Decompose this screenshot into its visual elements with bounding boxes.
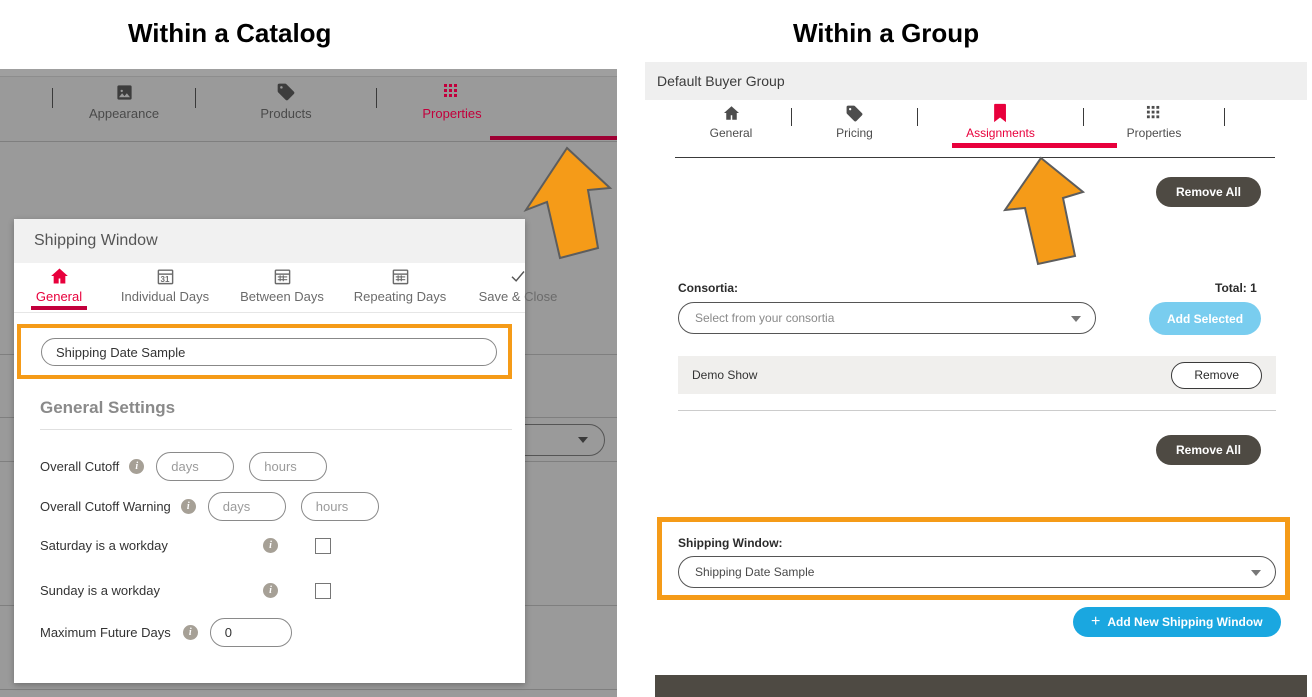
tab-properties[interactable]: Properties [377,78,527,121]
modal-tab-label: Save & Close [472,289,564,304]
checkmark-icon [472,266,564,286]
screenshot-root: Within a Catalog Within a Group Appearan… [0,0,1312,697]
group-tabbar: General Pricing Assignments [645,100,1307,148]
modal-tabbar: General 31 Individual Days [14,263,525,313]
modal-tab-individual-days[interactable]: 31 Individual Days [116,263,214,304]
tab-products[interactable]: Products [196,78,376,121]
page-title-left: Within a Catalog [128,18,331,49]
modal-tab-repeating-days[interactable]: Repeating Days [350,263,450,304]
tab-label: Assignments [918,126,1083,140]
home-icon [671,103,791,123]
tab-divider [1224,108,1225,126]
tab-label: Pricing [792,126,917,140]
consortia-row-label: Demo Show [692,368,757,382]
tab-assignments[interactable]: Assignments [918,100,1083,140]
tab-label: Properties [1084,126,1224,140]
tab-properties[interactable]: Properties [1084,100,1224,140]
field-maximum-future-days: Maximum Future Days i [40,618,292,647]
info-icon[interactable]: i [181,499,196,514]
shipping-window-modal: Shipping Window General 31 [14,219,525,683]
cutoff-warning-days-input[interactable] [208,492,286,521]
modal-title: Shipping Window [34,232,158,250]
info-icon[interactable]: i [263,583,278,598]
calendar-icon [236,266,328,286]
grid-dots-icon [1084,103,1224,123]
modal-tab-between-days[interactable]: Between Days [236,263,328,304]
catalog-topbar [0,69,617,77]
active-tab-underline [952,143,1117,148]
general-settings-heading: General Settings [40,398,175,418]
add-new-shipping-window-button[interactable]: + Add New Shipping Window [1073,607,1281,637]
field-label: Sunday is a workday [40,583,160,598]
field-label: Overall Cutoff Warning [40,499,171,514]
cutoff-warning-hours-input[interactable] [301,492,379,521]
modal-tab-label: Between Days [236,289,328,304]
field-label: Saturday is a workday [40,538,168,553]
consortia-select[interactable]: Select from your consortia [678,302,1096,334]
consortia-row: Demo Show Remove [678,356,1276,394]
home-icon [24,266,94,286]
field-overall-cutoff: Overall Cutoff i [40,452,327,481]
tab-label: Properties [377,106,527,121]
tag-icon [196,82,376,102]
calendar-repeat-icon [350,266,450,286]
content-top-divider [675,157,1275,158]
modal-tab-label: Individual Days [116,289,214,304]
field-label: Overall Cutoff [40,459,119,474]
remove-consortia-button[interactable]: Remove [1171,362,1262,389]
tab-pricing[interactable]: Pricing [792,100,917,140]
highlight-box-shipping-window [657,517,1290,600]
add-new-shipping-window-label: Add New Shipping Window [1107,615,1262,629]
info-icon[interactable]: i [129,459,144,474]
modal-tab-label: General [24,289,94,304]
tab-label: General [671,126,791,140]
group-name-label: Default Buyer Group [657,73,785,89]
maximum-future-days-input[interactable] [210,618,292,647]
image-icon [53,82,195,102]
modal-tab-label: Repeating Days [350,289,450,304]
consortia-select-placeholder: Select from your consortia [695,311,834,325]
orange-arrow-assignments [995,152,1095,267]
group-panel: Default Buyer Group General Pric [645,62,1307,697]
field-overall-cutoff-warning: Overall Cutoff Warning i [40,492,379,521]
bookmark-icon [918,103,1083,123]
sunday-workday-checkbox[interactable] [315,583,331,599]
consortia-label: Consortia: [678,281,738,295]
remove-all-bottom-button[interactable]: Remove All [1156,435,1261,465]
orange-arrow-properties [512,140,617,260]
tag-icon [792,103,917,123]
overall-cutoff-hours-input[interactable] [249,452,327,481]
modal-tab-general[interactable]: General [24,263,94,304]
shipping-window-name-input[interactable] [41,338,497,366]
field-label: Maximum Future Days [40,625,171,640]
section-divider [678,410,1276,411]
field-saturday-workday: Saturday is a workday i [40,538,335,553]
saturday-workday-checkbox[interactable] [315,538,331,554]
modal-header: Shipping Window [14,219,525,263]
add-selected-button[interactable]: Add Selected [1149,302,1261,335]
consortia-total: Total: 1 [1215,281,1257,295]
plus-icon: + [1091,613,1100,631]
settings-divider [40,429,512,430]
page-title-right: Within a Group [793,18,979,49]
tab-general[interactable]: General [671,100,791,140]
chevron-down-icon [578,437,588,443]
chevron-down-icon [1071,316,1081,322]
panel-footer-bar [655,675,1307,697]
catalog-tabbar: Appearance Products [0,78,617,136]
tab-label: Appearance [53,106,195,121]
field-sunday-workday: Sunday is a workday i [40,583,335,598]
panel-divider [0,689,617,690]
tab-appearance[interactable]: Appearance [53,78,195,121]
calendar-31-icon: 31 [116,266,214,286]
info-icon[interactable]: i [263,538,278,553]
remove-all-top-button[interactable]: Remove All [1156,177,1261,207]
tab-label: Products [196,106,376,121]
grid-dots-icon [377,82,527,102]
overall-cutoff-days-input[interactable] [156,452,234,481]
active-modal-tab-underline [31,306,87,310]
group-panel-header: Default Buyer Group [645,62,1307,100]
modal-tab-save-close[interactable]: Save & Close [472,263,564,304]
info-icon[interactable]: i [183,625,198,640]
